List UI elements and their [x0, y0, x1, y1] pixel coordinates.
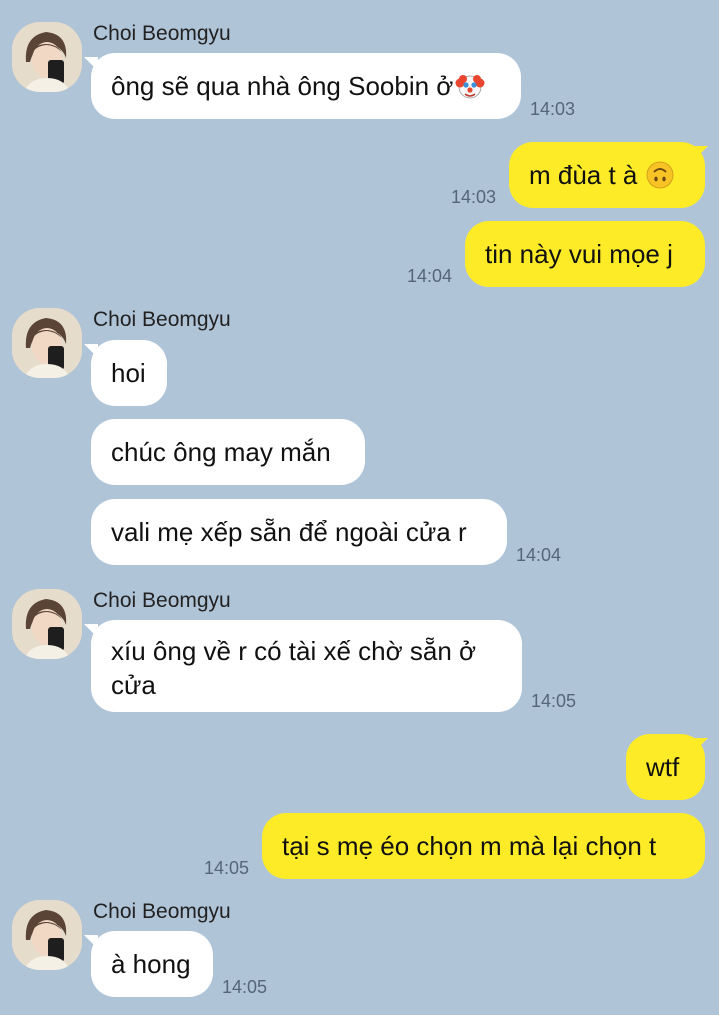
- sender-name: Choi Beomgyu: [93, 900, 231, 923]
- bubble-tail: [694, 738, 708, 752]
- message-text: xíu ông về r có tài xế chờ sẵn ở cửa: [111, 636, 477, 700]
- contact-avatar[interactable]: [12, 900, 82, 970]
- message-text: à hong: [111, 948, 191, 979]
- message-bubble-incoming[interactable]: ông sẽ qua nhà ông Soobin ở: [91, 53, 521, 119]
- contact-avatar[interactable]: [12, 22, 82, 92]
- message-time: 14:05: [531, 691, 577, 711]
- message-bubble-outgoing[interactable]: tin này vui mọe j: [465, 221, 705, 287]
- message-time: 14:04: [516, 545, 562, 565]
- message-bubble-outgoing[interactable]: tại s mẹ éo chọn m mà lại chọn t: [262, 813, 705, 879]
- message-bubble-incoming[interactable]: à hong: [91, 931, 213, 997]
- message-text: hoi: [111, 357, 146, 388]
- message-bubble-incoming[interactable]: xíu ông về r có tài xế chờ sẵn ở cửa: [91, 620, 522, 712]
- message-text: m đùa t à: [529, 159, 638, 190]
- upside-down-face-icon: [647, 161, 674, 189]
- message-time: 14:04: [407, 266, 453, 286]
- message-time: 14:03: [451, 187, 497, 207]
- message-text: tin này vui mọe j: [485, 238, 673, 269]
- message-text: vali mẹ xếp sẵn để ngoài cửa r: [111, 516, 467, 547]
- message-bubble-incoming[interactable]: hoi: [91, 340, 167, 406]
- sender-name: Choi Beomgyu: [93, 589, 231, 612]
- message-bubble-outgoing[interactable]: m đùa t à: [509, 142, 705, 208]
- sender-name: Choi Beomgyu: [93, 308, 231, 331]
- bubble-tail: [694, 146, 708, 160]
- contact-avatar[interactable]: [12, 308, 82, 378]
- avatar-photo-icon: [12, 900, 82, 970]
- avatar-photo-icon: [12, 22, 82, 92]
- sender-name: Choi Beomgyu: [93, 22, 231, 45]
- contact-avatar[interactable]: [12, 589, 82, 659]
- message-bubble-incoming[interactable]: chúc ông may mắn: [91, 419, 365, 485]
- avatar-photo-icon: [12, 308, 82, 378]
- message-time: 14:05: [222, 977, 268, 997]
- message-text: chúc ông may mắn: [111, 436, 331, 467]
- avatar-photo-icon: [12, 589, 82, 659]
- message-time: 14:05: [204, 858, 250, 878]
- message-text: tại s mẹ éo chọn m mà lại chọn t: [282, 830, 657, 861]
- message-bubble-incoming[interactable]: vali mẹ xếp sẵn để ngoài cửa r: [91, 499, 507, 565]
- message-text: ông sẽ qua nhà ông Soobin ở: [111, 70, 454, 101]
- message-text: wtf: [646, 751, 680, 782]
- message-time: 14:03: [530, 99, 576, 119]
- clown-face-icon: [455, 75, 485, 99]
